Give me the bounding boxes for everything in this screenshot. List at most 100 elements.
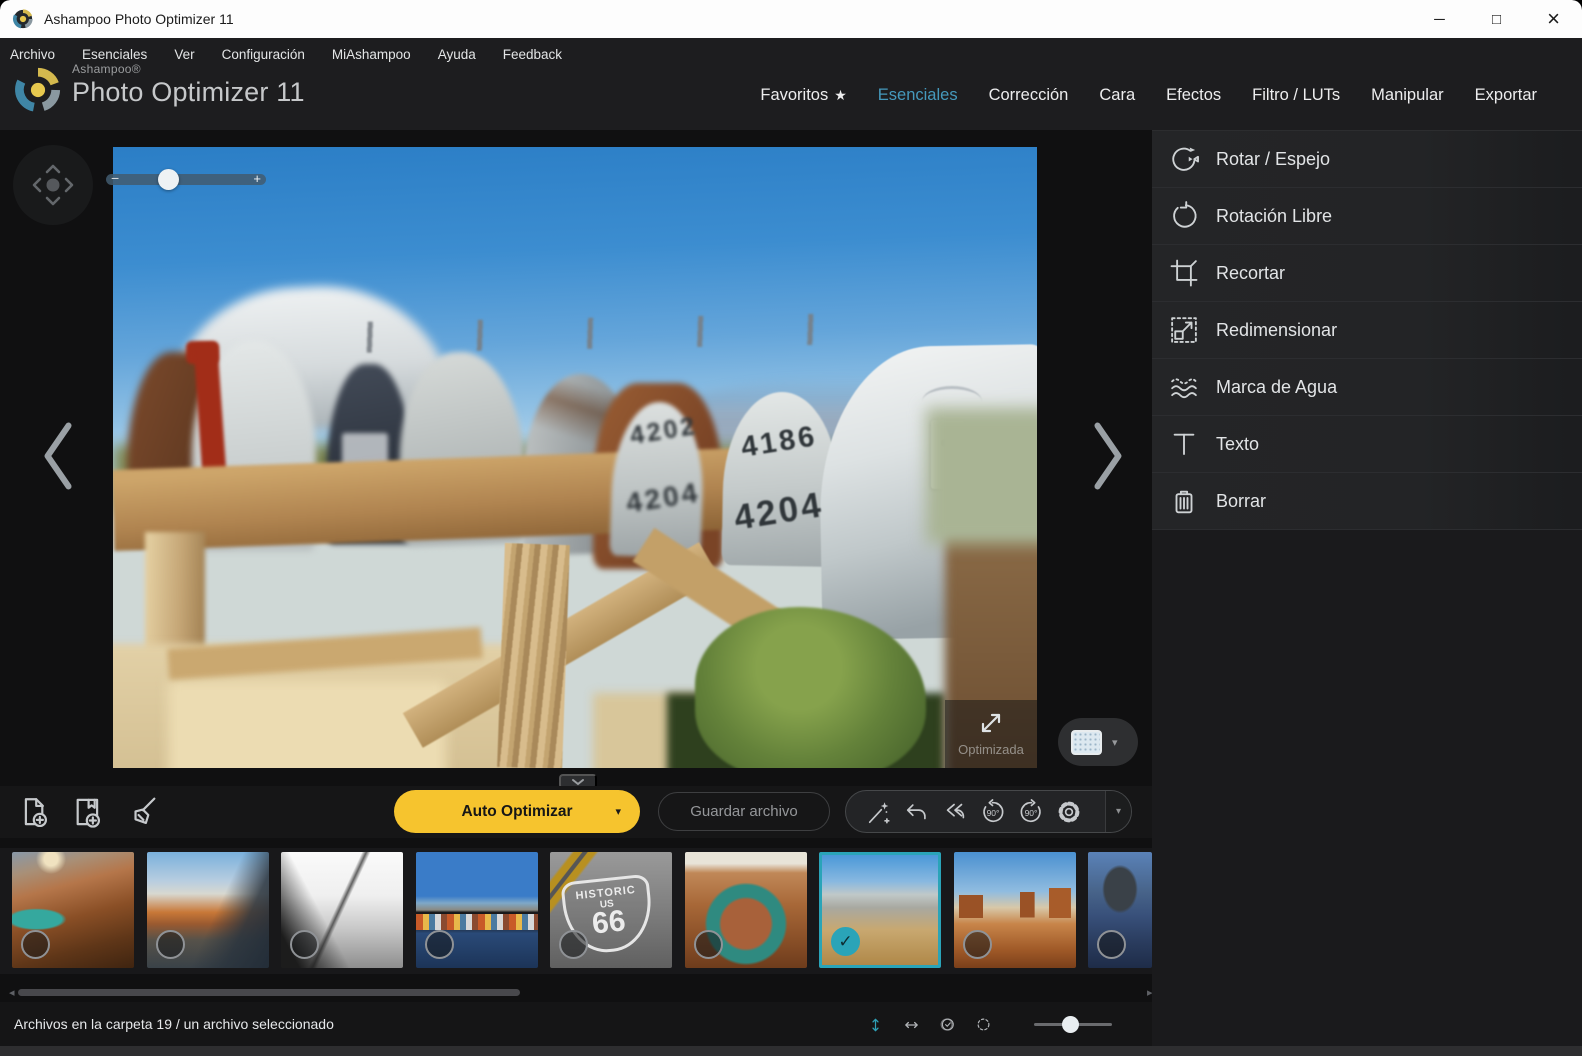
rotate-left-90-button[interactable]: 90° (974, 793, 1012, 831)
tab-exportar[interactable]: Exportar (1475, 86, 1537, 105)
fit-width-icon (904, 1012, 919, 1038)
undo-all-button[interactable] (936, 793, 974, 831)
header: Archivo Esenciales Ver Configuración MiA… (0, 38, 1582, 130)
pan-up-icon (47, 166, 59, 172)
clear-list-broom-button[interactable] (118, 789, 164, 835)
thumbnail-mountain-harbor[interactable] (1088, 852, 1152, 968)
fit-width-button[interactable] (898, 1011, 925, 1038)
preview-mode-icon (1071, 730, 1102, 755)
tab-efectos[interactable]: Efectos (1166, 86, 1221, 105)
sidebar-item-rotar-espejo[interactable]: Rotar / Espejo (1152, 131, 1582, 188)
thumbnail-fog-bridge[interactable] (281, 852, 403, 968)
brand-text: Ashampoo® Photo Optimizer 11 (72, 62, 305, 108)
sidebar-item-marca-de-agua[interactable]: Marca de Agua (1152, 359, 1582, 416)
sidebar-item-borrar[interactable]: Borrar (1152, 473, 1582, 530)
next-image-button[interactable] (1076, 417, 1126, 493)
auto-optimize-label: Auto Optimizar (461, 803, 572, 821)
window-title: Ashampoo Photo Optimizer 11 (44, 11, 234, 27)
thumbnail-checkbox[interactable] (290, 930, 319, 959)
filmstrip-scrollbar[interactable]: ◂ ▸ (0, 986, 1152, 999)
thumbnail-checkbox[interactable] (559, 930, 588, 959)
add-folder-button[interactable] (65, 789, 111, 835)
menu-ayuda[interactable]: Ayuda (438, 47, 476, 71)
tab-manipular[interactable]: Manipular (1371, 86, 1443, 105)
edit-tools-group: 90° 90° (845, 790, 1132, 833)
close-button[interactable]: × (1525, 0, 1582, 38)
scroll-right-icon[interactable]: ▸ (1141, 985, 1152, 1000)
thumbnail-checkbox[interactable] (21, 930, 50, 959)
auto-optimize-caret-icon[interactable]: ▾ (615, 805, 621, 818)
sidebar-item-rotacion-libre[interactable]: Rotación Libre (1152, 188, 1582, 245)
check-circle-icon (940, 1011, 955, 1038)
menu-miashampoo[interactable]: MiAshampoo (332, 47, 411, 71)
zoom-slider[interactable]: − + (106, 174, 266, 185)
statusbar: Archivos en la carpeta 19 / un archivo s… (0, 1002, 1152, 1046)
thumbnail-mailboxes-selected[interactable]: ✓ (819, 852, 941, 968)
titlebar: Ashampoo Photo Optimizer 11 ─ □ × (0, 0, 1582, 38)
zoom-slider-thumb[interactable] (158, 169, 179, 190)
thumbnail-checkbox[interactable] (1097, 930, 1126, 959)
fit-height-button[interactable] (862, 1011, 889, 1038)
tab-favoritos[interactable]: Favoritos★ (760, 86, 846, 105)
minimize-button[interactable]: ─ (1411, 0, 1468, 38)
brand-logo-icon (13, 65, 63, 115)
thumbnail-size-slider[interactable] (1034, 1023, 1112, 1026)
tools-dropdown-caret[interactable]: ▾ (1105, 791, 1131, 832)
maximize-button[interactable]: □ (1468, 0, 1525, 38)
pan-right-icon (66, 179, 72, 191)
expand-fullscreen-icon[interactable] (974, 706, 1008, 740)
sidebar-item-recortar[interactable]: Recortar (1152, 245, 1582, 302)
trash-icon (1169, 486, 1199, 516)
preview-mode-caret-icon[interactable]: ▾ (1112, 736, 1118, 749)
thumbnail-checkbox[interactable] (425, 930, 454, 959)
pan-center-dot (47, 179, 60, 192)
thumbnail-harbor-houses[interactable] (416, 852, 538, 968)
thumbnail-route-66[interactable]: HISTORIC US 66 (550, 852, 672, 968)
previous-image-button[interactable] (28, 417, 78, 493)
brand-row: Ashampoo® Photo Optimizer 11 Favoritos★ … (0, 71, 1582, 130)
select-optimized-button[interactable] (934, 1011, 961, 1038)
rotate-left-label: 90° (987, 808, 1000, 818)
menu-feedback[interactable]: Feedback (503, 47, 562, 71)
window-controls: ─ □ × (1411, 0, 1582, 38)
magic-wand-button[interactable] (860, 793, 898, 831)
dashed-circle-icon (976, 1011, 991, 1038)
pan-control[interactable] (13, 145, 93, 225)
thumbnail-monument-valley[interactable] (954, 852, 1076, 968)
thumbnail-canyon-lake[interactable] (12, 852, 134, 968)
preview-mode-toggle[interactable]: ▾ (1058, 718, 1138, 766)
thumbnail-manarola-village[interactable] (147, 852, 269, 968)
app-window: Ashampoo Photo Optimizer 11 ─ □ × Archiv… (0, 0, 1582, 1056)
scrollbar-thumb[interactable] (18, 989, 520, 996)
photo-canvas[interactable]: 4202 4204 4186 4204 Optimizada (113, 147, 1037, 768)
save-file-button[interactable]: Guardar archivo (658, 792, 830, 831)
refresh-selection-button[interactable] (970, 1011, 997, 1038)
thumbnail-checkbox-checked[interactable]: ✓ (831, 927, 860, 956)
rotate-right-90-button[interactable]: 90° (1012, 793, 1050, 831)
thumbnail-horseshoe-bend[interactable] (685, 852, 807, 968)
sidebar-item-redimensionar[interactable]: Redimensionar (1152, 302, 1582, 359)
sidebar-item-texto[interactable]: Texto (1152, 416, 1582, 473)
undo-button[interactable] (898, 793, 936, 831)
thumbnail-checkbox[interactable] (694, 930, 723, 959)
add-files-button[interactable] (12, 789, 58, 835)
thumbnail-checkbox[interactable] (963, 930, 992, 959)
tab-filtro-luts[interactable]: Filtro / LUTs (1252, 86, 1340, 105)
free-rotation-icon (1169, 201, 1199, 231)
bottom-toolbar: Auto Optimizar ▾ Guardar archivo (0, 786, 1152, 838)
auto-optimize-button[interactable]: Auto Optimizar ▾ (394, 790, 640, 833)
zoom-in-icon[interactable]: + (253, 171, 261, 186)
tab-correccion[interactable]: Corrección (989, 86, 1069, 105)
settings-gear-button[interactable] (1050, 793, 1088, 831)
app-logo-icon (12, 8, 34, 30)
tab-cara[interactable]: Cara (1099, 86, 1135, 105)
star-icon: ★ (834, 87, 847, 103)
rotate-right-label: 90° (1025, 808, 1038, 818)
editor-canvas: 4202 4204 4186 4204 Optimizada (0, 130, 1152, 1046)
thumbnail-size-slider-thumb[interactable] (1062, 1016, 1079, 1033)
pan-left-icon (34, 179, 40, 191)
tab-esenciales[interactable]: Esenciales (878, 86, 958, 105)
filmstrip: HISTORIC US 66 ✓ (0, 848, 1152, 974)
zoom-out-icon[interactable]: − (111, 170, 119, 186)
thumbnail-checkbox[interactable] (156, 930, 185, 959)
